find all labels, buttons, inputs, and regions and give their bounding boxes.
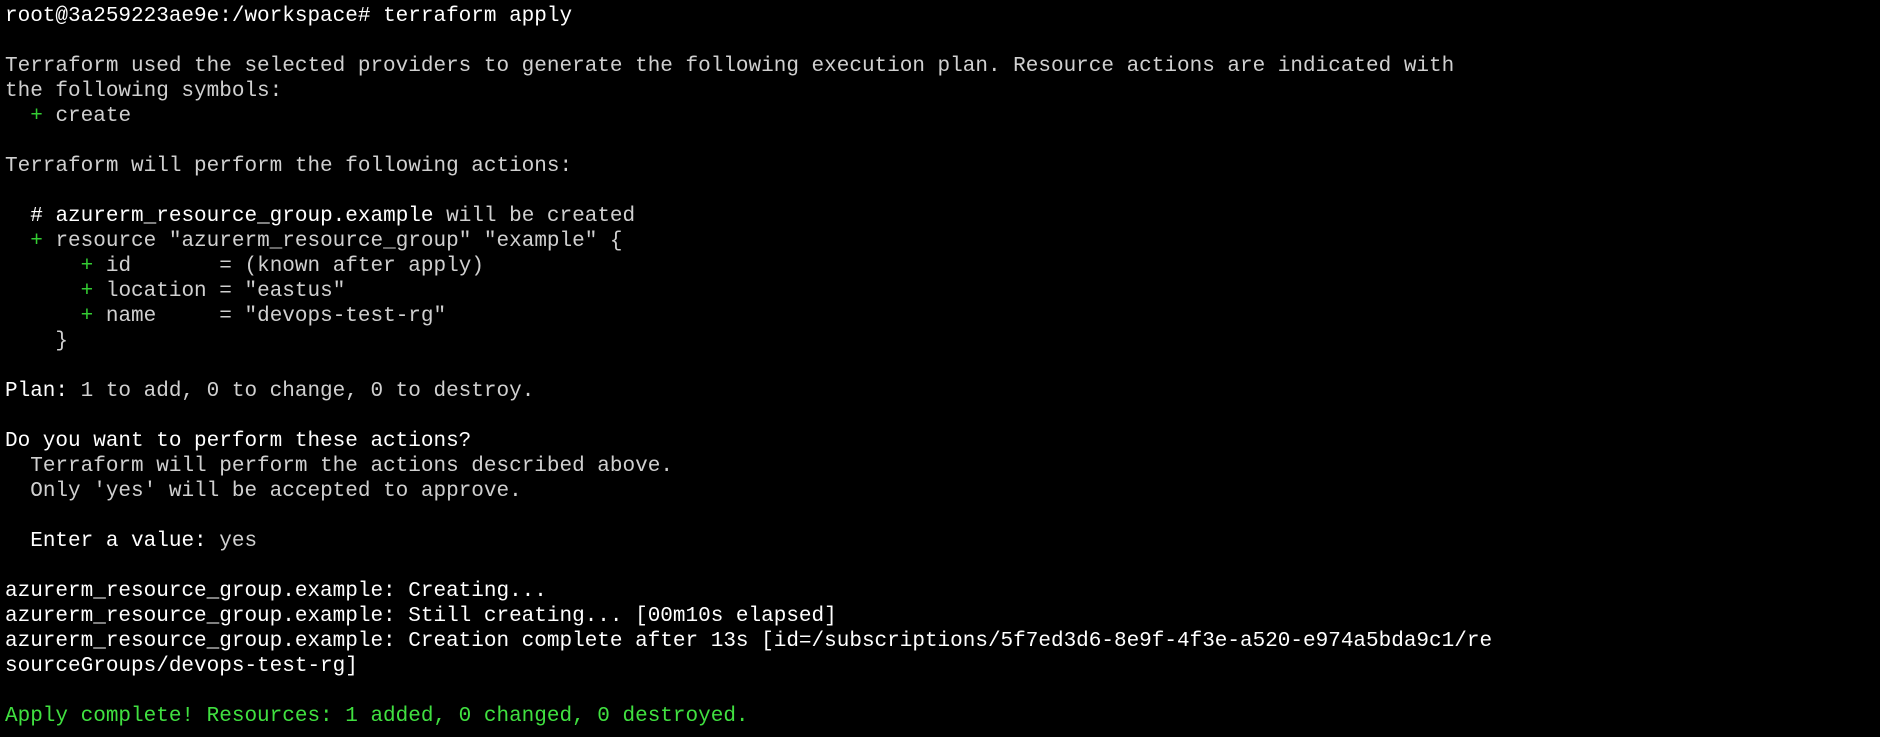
- attribute-line: + id = (known after apply): [80, 255, 484, 278]
- progress-line: azurerm_resource_group.example: Still cr…: [5, 605, 837, 628]
- apply-complete-message: Apply complete! Resources: 1 added, 0 ch…: [5, 705, 749, 728]
- attribute-value: "devops-test-rg": [244, 305, 447, 328]
- plus-symbol: +: [30, 105, 43, 128]
- resource-comment: # azurerm_resource_group.example will be…: [5, 204, 1880, 229]
- create-label: create: [55, 105, 132, 128]
- attribute-value: (known after apply): [244, 255, 484, 278]
- plus-symbol: +: [80, 305, 94, 328]
- will-be-created: will be created: [433, 205, 636, 228]
- attribute-line: + name = "devops-test-rg": [80, 305, 447, 328]
- progress-line: azurerm_resource_group.example: Creating…: [5, 580, 547, 603]
- plus-symbol: +: [30, 230, 43, 253]
- progress-line: azurerm_resource_group.example: Creation…: [5, 630, 1493, 653]
- plus-symbol: +: [80, 255, 94, 278]
- confirm-detail-text: Only 'yes' will be accepted to approve.: [30, 480, 522, 503]
- resource-decl-text: resource "azurerm_resource_group" "examp…: [55, 230, 623, 253]
- actions-heading: Terraform will perform the following act…: [5, 155, 573, 178]
- hash-symbol: #: [30, 205, 43, 228]
- entered-value: yes: [219, 530, 258, 553]
- plan-summary: Plan: 1 to add, 0 to change, 0 to destro…: [5, 379, 1880, 404]
- prompt-line: root@3a259223ae9e:/workspace# terraform …: [5, 4, 1880, 29]
- resource-address: azurerm_resource_group.example: [55, 205, 434, 228]
- confirm-detail-text: Terraform will perform the actions descr…: [30, 455, 673, 478]
- command-text: terraform apply: [383, 5, 573, 28]
- attribute-key: id: [105, 255, 220, 278]
- terminal-window[interactable]: root@3a259223ae9e:/workspace# terraform …: [0, 0, 1880, 737]
- confirm-question: Do you want to perform these actions?: [5, 430, 472, 453]
- confirm-detail: Only 'yes' will be accepted to approve.: [5, 479, 1880, 504]
- plus-symbol: +: [80, 280, 94, 303]
- intro-line: Terraform used the selected providers to…: [5, 55, 1455, 78]
- plan-text: 1 to add, 0 to change, 0 to destroy.: [68, 380, 535, 403]
- attribute-key: location: [105, 280, 220, 303]
- close-brace-line: }: [5, 329, 1880, 354]
- progress-line: sourceGroups/devops-test-rg]: [5, 655, 358, 678]
- attribute-line: + location = "eastus": [80, 280, 346, 303]
- plan-label: Plan:: [5, 380, 69, 403]
- intro-line: the following symbols:: [5, 80, 283, 103]
- attribute-key: name: [105, 305, 220, 328]
- attribute-value: "eastus": [244, 280, 346, 303]
- symbol-legend: + create: [5, 104, 1880, 129]
- enter-value-label: Enter a value:: [30, 530, 220, 553]
- close-brace: }: [55, 330, 69, 353]
- input-line[interactable]: Enter a value: yes: [5, 529, 1880, 554]
- confirm-detail: Terraform will perform the actions descr…: [5, 454, 1880, 479]
- resource-declaration: + resource "azurerm_resource_group" "exa…: [5, 229, 1880, 254]
- shell-prompt: root@3a259223ae9e:/workspace#: [5, 5, 384, 28]
